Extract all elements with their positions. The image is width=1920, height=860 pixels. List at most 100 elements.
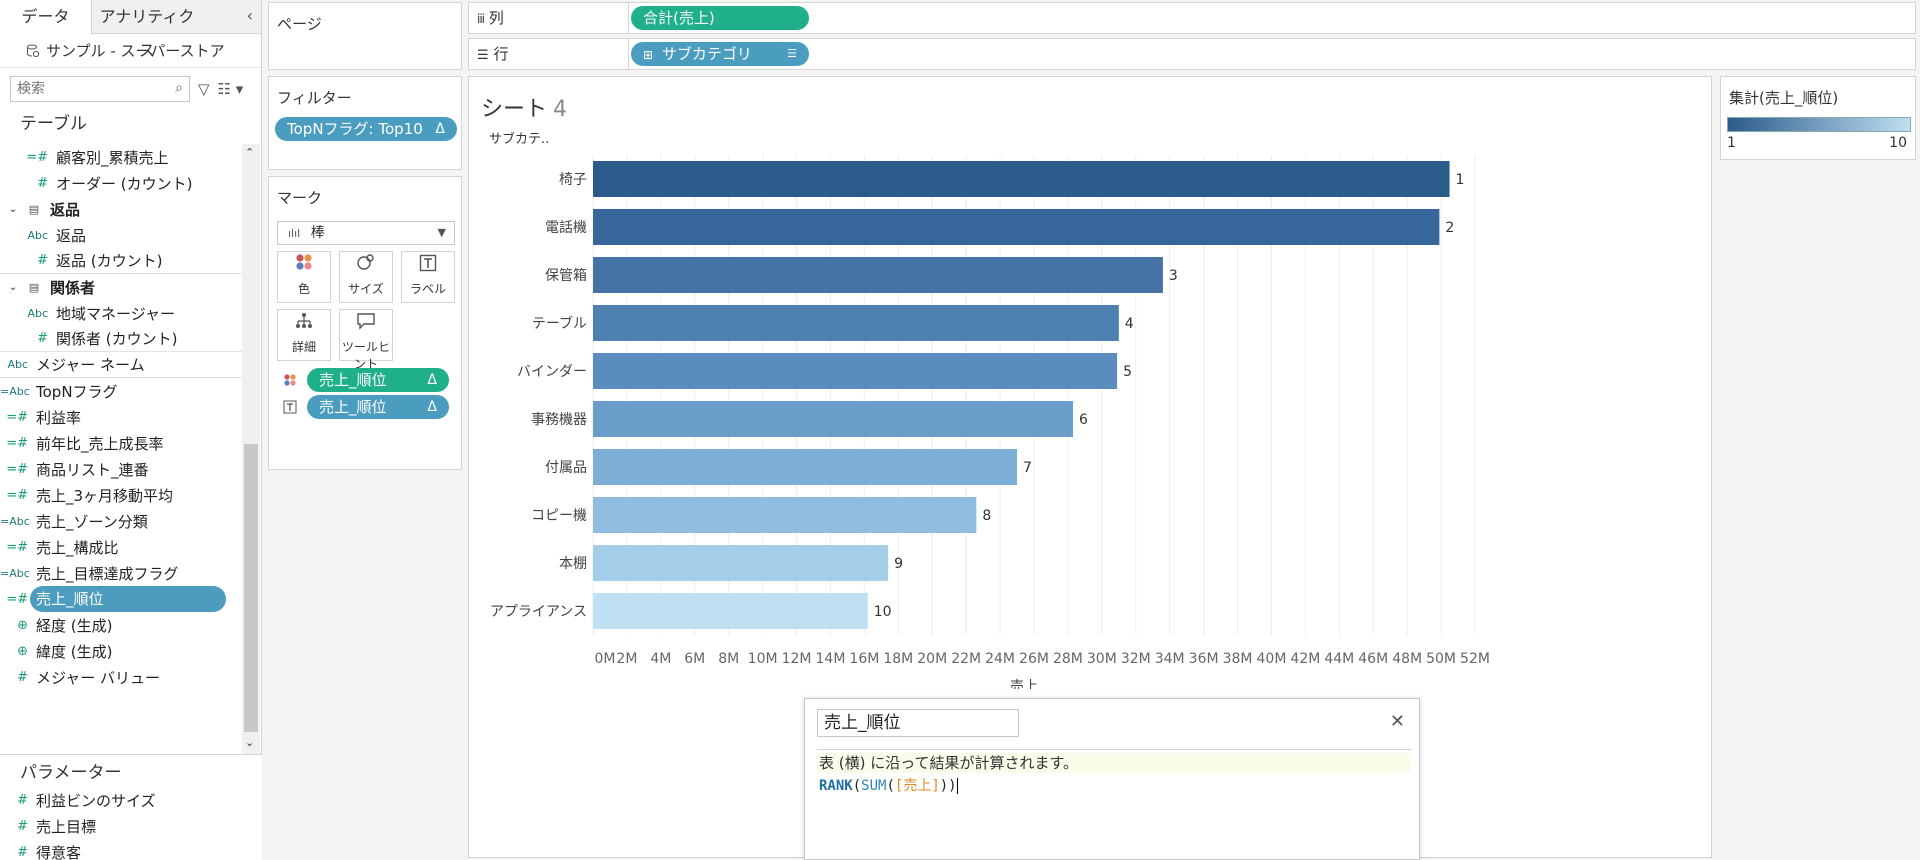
columns-shelf[interactable]: iii 列 合計(売上)	[468, 2, 1916, 34]
close-icon[interactable]: ✕	[1390, 711, 1405, 732]
field-item[interactable]: # 返品 (カウント)	[0, 248, 242, 274]
chevron-down-icon[interactable]: ⌄	[6, 282, 20, 293]
field-list-scrollbar[interactable]: ⌃ ⌄	[242, 144, 260, 754]
color-legend: 集計(売上_順位) 1 10	[1720, 76, 1916, 160]
search-input[interactable]	[11, 78, 161, 100]
datasource-item[interactable]: サンプル - スーパーストア	[0, 34, 261, 68]
parameter-label: 売上目標	[36, 817, 97, 836]
x-axis-label[interactable]: 売上	[1010, 679, 1038, 689]
field-label: 返品	[56, 226, 87, 245]
field-item[interactable]: Abc メジャー ネーム	[0, 352, 242, 378]
field-item[interactable]: ⊕ 緯度 (生成)	[0, 638, 242, 664]
x-tick-label: 12M	[782, 651, 812, 667]
calc-name-input[interactable]: 売上_順位	[817, 709, 1019, 737]
tab-data[interactable]: データ	[0, 0, 92, 35]
collapse-icon[interactable]: ‹	[247, 6, 253, 25]
rows-label: 行	[493, 45, 509, 63]
bar[interactable]	[593, 497, 977, 533]
field-item[interactable]: # メジャー バリュー	[0, 664, 242, 690]
bar[interactable]	[593, 353, 1118, 389]
view-options-icon[interactable]: ☷ ▾	[218, 80, 244, 98]
label-icon	[402, 252, 454, 280]
filter-icon[interactable]: ▽	[198, 80, 210, 98]
search-icon: ⌕	[175, 80, 183, 96]
expand-icon: ⊞	[643, 48, 654, 62]
field-group[interactable]: ⌄ ▤ 関係者	[0, 274, 242, 300]
rows-pill-subcategory[interactable]: ⊞ サブカテゴリ ☰	[631, 42, 809, 66]
field-item[interactable]: =# 前年比_売上成長率	[0, 430, 242, 456]
field-item[interactable]: =Abc 売上_目標達成フラグ	[0, 560, 242, 586]
tab-analytics[interactable]: アナリティクス	[92, 0, 202, 60]
rows-pill-label: サブカテゴリ	[661, 45, 752, 63]
field-item[interactable]: =Abc TopNフラグ	[0, 378, 242, 404]
detail-label: 詳細	[291, 340, 316, 354]
detail-button[interactable]: 詳細	[277, 309, 331, 361]
category-label: 椅子	[559, 172, 587, 188]
size-button[interactable]: サイズ	[339, 251, 393, 303]
table-icon: ▤	[28, 280, 40, 294]
field-item[interactable]: Abc 返品	[0, 222, 242, 248]
color-pill-rank[interactable]: 売上_順位 Δ	[307, 368, 449, 392]
bar[interactable]	[593, 305, 1119, 341]
calculation-editor: 売上_順位 ✕ 表 (横) に沿って結果が計算されます。 RANK(SUM([売…	[804, 698, 1420, 860]
scrollbar-thumb[interactable]	[244, 444, 258, 732]
bar[interactable]	[593, 401, 1074, 437]
bar[interactable]	[593, 449, 1018, 485]
color-button[interactable]: 色	[277, 251, 331, 303]
measure-icon: #	[37, 175, 48, 191]
datasource-name: サンプル - スーパーストア	[46, 42, 225, 60]
rows-shelf[interactable]: ☰ 行 ⊞ サブカテゴリ ☰	[468, 38, 1916, 70]
calc-formula[interactable]: RANK(SUM([売上]))	[819, 775, 958, 795]
chevron-down-icon[interactable]: ⌄	[6, 204, 20, 215]
field-item[interactable]: =# 利益率	[0, 404, 242, 430]
field-item[interactable]: ⊕ 経度 (生成)	[0, 612, 242, 638]
bar-value-label: 5	[1123, 364, 1132, 380]
field-item[interactable]: =# 商品リスト_連番	[0, 456, 242, 482]
label-pill-rank[interactable]: 売上_順位 Δ	[307, 395, 449, 419]
field-label: 関係者	[50, 278, 96, 297]
dimension-icon: =Abc	[0, 384, 30, 398]
bar[interactable]	[593, 161, 1450, 197]
pages-card[interactable]: ページ	[268, 2, 462, 70]
category-label: 電話機	[545, 219, 587, 236]
formula-rank: RANK	[819, 778, 853, 794]
field-item[interactable]: # オーダー (カウント)	[0, 170, 242, 196]
bar-value-label: 6	[1079, 412, 1088, 428]
bar[interactable]	[593, 257, 1163, 293]
tooltip-button[interactable]: ツールヒント	[339, 309, 393, 371]
field-list: =# 顧客別_累積売上 # オーダー (カウント) ⌄ ▤ 返品 Abc 返品 # 返品 (カウント…	[0, 144, 242, 754]
bar-value-label: 2	[1445, 220, 1454, 236]
filters-card[interactable]: フィルター TopNフラグ: Top10 Δ	[268, 76, 462, 170]
bar[interactable]	[593, 593, 868, 629]
columns-pill-sum-sales[interactable]: 合計(売上)	[631, 6, 809, 30]
bar[interactable]	[593, 545, 889, 581]
field-group[interactable]: ⌄ ▤ 返品	[0, 196, 242, 222]
scroll-down-icon[interactable]: ⌄	[245, 736, 254, 749]
filter-pill-topn[interactable]: TopNフラグ: Top10 Δ	[275, 117, 457, 141]
bar[interactable]	[593, 209, 1440, 245]
label-button[interactable]: ラベル	[401, 251, 455, 303]
parameter-item[interactable]: # 得意客	[0, 839, 262, 860]
field-item[interactable]: Abc 地域マネージャー	[0, 300, 242, 326]
delta-icon: Δ	[427, 372, 437, 388]
parameter-label: 得意客	[36, 843, 82, 860]
x-tick-label: 30M	[1087, 651, 1117, 667]
x-tick-label: 6M	[684, 651, 705, 667]
field-item[interactable]: =# 顧客別_累積売上	[0, 144, 242, 170]
globe-icon: ⊕	[17, 643, 28, 659]
parameter-item[interactable]: # 売上目標	[0, 813, 262, 839]
field-item[interactable]: =# 売上_3ヶ月移動平均	[0, 482, 242, 508]
scroll-up-icon[interactable]: ⌃	[245, 146, 254, 159]
mark-type-select[interactable]: ılıl 棒 ▼	[277, 221, 455, 245]
field-label: メジャー バリュー	[36, 668, 161, 687]
field-item[interactable]: =# 売上_順位	[0, 586, 242, 612]
row-header[interactable]: サブカテ..	[489, 131, 549, 147]
x-tick-label: 46M	[1358, 651, 1388, 667]
measure-icon: #	[17, 669, 28, 685]
tables-section-title: テーブル	[20, 114, 87, 134]
field-item[interactable]: =# 売上_構成比	[0, 534, 242, 560]
dimension-icon: =Abc	[0, 514, 30, 528]
parameter-item[interactable]: # 利益ビンのサイズ	[0, 787, 262, 813]
field-item[interactable]: =Abc 売上_ゾーン分類	[0, 508, 242, 534]
field-item[interactable]: # 関係者 (カウント)	[0, 326, 242, 352]
